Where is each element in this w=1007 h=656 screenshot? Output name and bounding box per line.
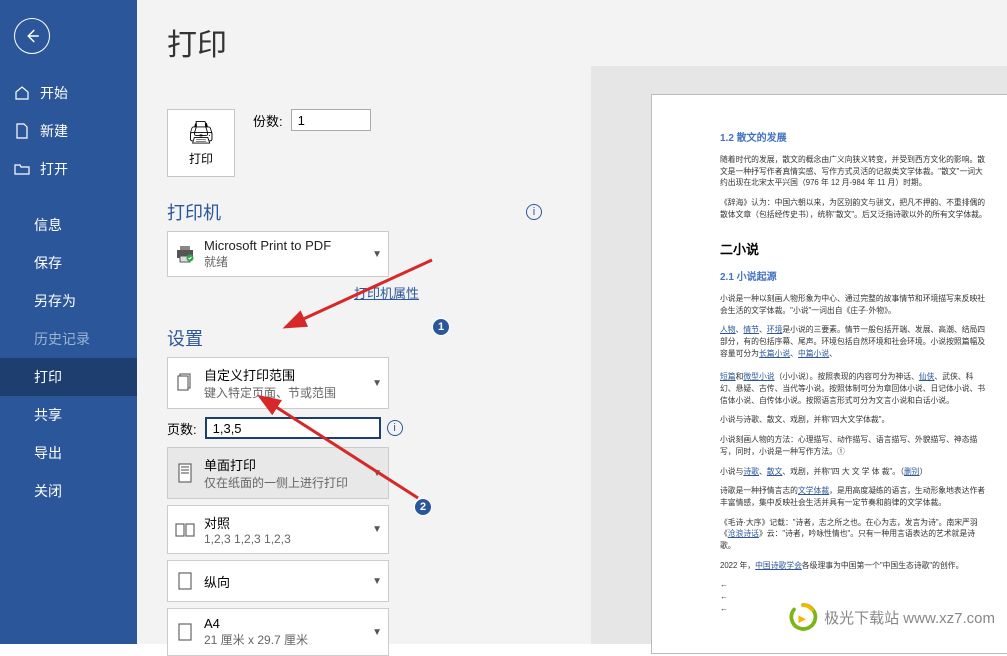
orientation-dropdown[interactable]: 纵向 ▼ [167, 560, 389, 602]
chevron-down-icon: ▼ [372, 468, 382, 479]
collate-dropdown[interactable]: 对照 1,2,3 1,2,3 1,2,3 ▼ [167, 505, 389, 554]
paper-icon [174, 619, 196, 645]
info-icon[interactable]: i [526, 204, 542, 220]
folder-open-icon [14, 161, 30, 177]
print-button[interactable]: 🖨 打印 [167, 109, 235, 177]
printer-dropdown[interactable]: Microsoft Print to PDF 就绪 ▼ [167, 231, 389, 277]
watermark: 极光下载站 www.xz7.com [788, 602, 995, 632]
pages-label: 页数: [167, 419, 197, 438]
nav-close[interactable]: 关闭 [0, 472, 137, 510]
nav-open[interactable]: 打开 [0, 150, 137, 188]
print-range-dropdown[interactable]: 自定义打印范围 键入特定页面、节或范围 ▼ [167, 357, 389, 409]
chevron-down-icon: ▼ [372, 378, 382, 389]
info-icon[interactable]: i [387, 420, 403, 436]
chevron-down-icon: ▼ [372, 249, 382, 260]
settings-section-title: 设置 [167, 325, 203, 351]
collate-icon [174, 517, 196, 543]
printer-icon: 🖨 [187, 120, 215, 146]
printer-name: Microsoft Print to PDF [204, 238, 372, 253]
nav-new[interactable]: 新建 [0, 112, 137, 150]
nav-share[interactable]: 共享 [0, 396, 137, 434]
file-icon [14, 123, 30, 139]
nav-open-label: 打开 [40, 159, 68, 179]
printer-status: 就绪 [204, 253, 372, 270]
print-preview: 1.2 散文的发展 随着时代的发展，散文的概念由广义向狭义转变，并受到西方文化的… [591, 66, 1007, 644]
watermark-logo-icon [788, 602, 818, 632]
nav-new-label: 新建 [40, 121, 68, 141]
nav-save[interactable]: 保存 [0, 244, 137, 282]
nav-home-label: 开始 [40, 83, 68, 103]
nav-print[interactable]: 打印 [0, 358, 137, 396]
single-side-icon [174, 460, 196, 486]
portrait-icon [174, 568, 196, 594]
copies-label: 份数: [253, 111, 283, 130]
pages-input[interactable] [205, 417, 381, 439]
nav-save-as[interactable]: 另存为 [0, 282, 137, 320]
page-title: 打印 [137, 0, 1007, 64]
nav-home[interactable]: 开始 [0, 74, 137, 112]
copies-input[interactable] [291, 109, 371, 131]
preview-page-1: 1.2 散文的发展 随着时代的发展，散文的概念由广义向狭义转变，并受到西方文化的… [651, 94, 1007, 654]
print-side-dropdown[interactable]: 单面打印 仅在纸面的一侧上进行打印 ▼ [167, 447, 389, 499]
printer-section-title: 打印机 [167, 199, 221, 225]
nav-export[interactable]: 导出 [0, 434, 137, 472]
chevron-down-icon: ▼ [372, 524, 382, 535]
printer-glyph-icon [174, 241, 196, 267]
printer-properties-link[interactable]: 打印机属性 [354, 286, 419, 301]
paper-size-dropdown[interactable]: A4 21 厘米 x 29.7 厘米 ▼ [167, 608, 389, 656]
chevron-down-icon: ▼ [372, 627, 382, 638]
home-icon [14, 85, 30, 101]
back-button[interactable] [14, 18, 50, 54]
nav-info[interactable]: 信息 [0, 206, 137, 244]
nav-history[interactable]: 历史记录 [0, 320, 137, 358]
pages-icon [174, 370, 196, 396]
print-button-label: 打印 [189, 150, 213, 167]
chevron-down-icon: ▼ [372, 576, 382, 587]
